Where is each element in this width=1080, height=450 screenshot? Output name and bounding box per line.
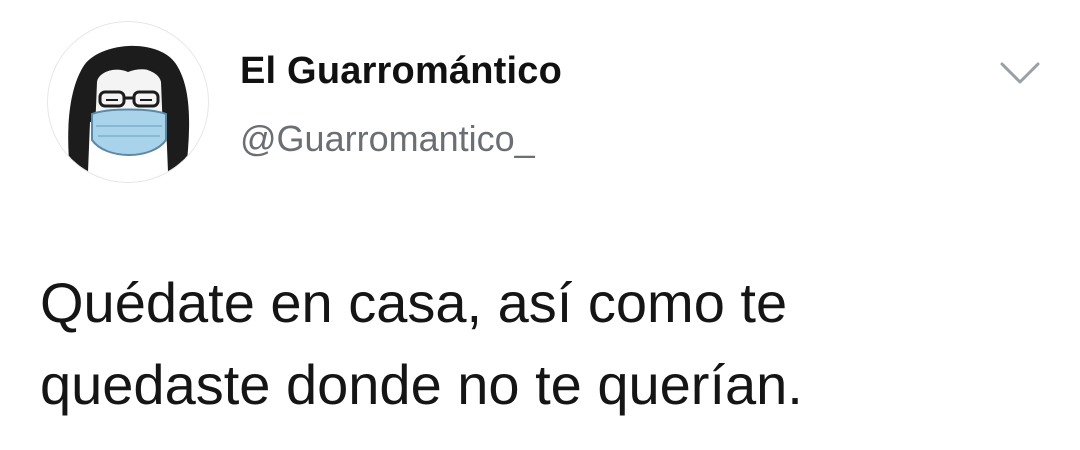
masked-person-avatar-icon	[48, 22, 208, 182]
author-display-name[interactable]: El Guarromántico	[240, 50, 562, 93]
tweet-text-line: Quédate en casa, así como te	[40, 271, 788, 334]
tweet-card: El Guarromántico @Guarromantico_ Quédate…	[0, 0, 1080, 450]
tweet-menu-button[interactable]	[998, 58, 1042, 88]
author-handle[interactable]: @Guarromantico_	[240, 118, 535, 160]
chevron-down-icon	[1000, 62, 1040, 84]
tweet-text-line: quedaste donde no te querían.	[40, 353, 803, 416]
tweet-text: Quédate en casa, así como te quedaste do…	[40, 262, 1040, 426]
avatar[interactable]	[48, 22, 208, 182]
